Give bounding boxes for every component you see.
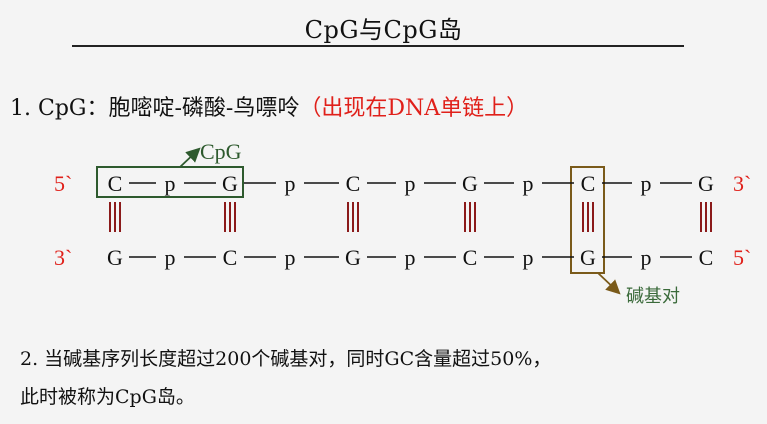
cpg-arrow bbox=[179, 147, 201, 168]
base-pair-arrow bbox=[597, 272, 621, 295]
dna-double-strand-diagram: CpG 碱基对 5` 3` 3` 5` C G C G C Gp p p p p G C G C G Cp p p… bbox=[54, 139, 751, 307]
top-strand-5-prime: 5` bbox=[54, 171, 72, 196]
definition-text: 1. CpG：胞嘧啶-磷酸-鸟嘌呤 bbox=[10, 96, 300, 121]
cpg-label: CpG bbox=[200, 139, 242, 164]
hydrogen-bonds-group bbox=[109, 202, 712, 232]
top-strand-3-prime: 3` bbox=[733, 171, 751, 196]
bottom-strand-base-5: C bbox=[699, 245, 714, 270]
bottom-strand-phosphate-1: p bbox=[285, 245, 296, 270]
top-strand-phosphate-1: p bbox=[285, 171, 296, 196]
top-strand-base-2: C bbox=[346, 171, 361, 196]
top-strand-base-4: C bbox=[581, 171, 596, 196]
bottom-strand-5-prime: 5` bbox=[733, 245, 751, 270]
paren-open: （ bbox=[299, 96, 322, 121]
title-underline bbox=[72, 45, 684, 47]
bottom-strand-phosphate-4: p bbox=[641, 245, 652, 270]
top-strand-phosphate-0: p bbox=[165, 171, 176, 196]
single-strand-note: 出现在DNA单链上 bbox=[321, 96, 507, 121]
bottom-strand-phosphate-0: p bbox=[165, 245, 176, 270]
page-title: CpG与CpG岛 bbox=[304, 16, 463, 44]
top-strand-base-3: G bbox=[462, 171, 478, 196]
base-pair-label: 碱基对 bbox=[626, 286, 680, 307]
bottom-strand-base-2: G bbox=[345, 245, 361, 270]
definition-2-line-2: 此时被称为CpG岛。 bbox=[20, 386, 195, 408]
bottom-strand-base-3: C bbox=[463, 245, 478, 270]
bottom-strand-phosphate-2: p bbox=[405, 245, 416, 270]
bottom-strand-base-1: C bbox=[223, 245, 238, 270]
bottom-strand-phosphate-3: p bbox=[523, 245, 534, 270]
definition-item-2: 2. 当碱基序列长度超过200个碱基对，同时GC含量超过50%， 此时被称为Cp… bbox=[20, 340, 551, 416]
definition-2-line-1: 2. 当碱基序列长度超过200个碱基对，同时GC含量超过50%， bbox=[20, 348, 552, 370]
bottom-strand-base-0: G bbox=[107, 245, 123, 270]
top-strand-base-0: C bbox=[108, 171, 123, 196]
strands-group: C G C G C Gp p p p p G C G C G Cp p p p p bbox=[107, 171, 714, 270]
top-strand-phosphate-3: p bbox=[523, 171, 534, 196]
top-strand-base-5: G bbox=[698, 171, 714, 196]
top-strand-base-1: G bbox=[222, 171, 238, 196]
definition-item-1: 1. CpG：胞嘧啶-磷酸-鸟嘌呤（出现在DNA单链上） bbox=[10, 90, 528, 122]
top-strand-phosphate-4: p bbox=[641, 171, 652, 196]
top-strand-phosphate-2: p bbox=[405, 171, 416, 196]
bottom-strand-3-prime: 3` bbox=[54, 245, 72, 270]
paren-close: ） bbox=[506, 96, 529, 121]
bottom-strand-base-4: G bbox=[580, 245, 596, 270]
